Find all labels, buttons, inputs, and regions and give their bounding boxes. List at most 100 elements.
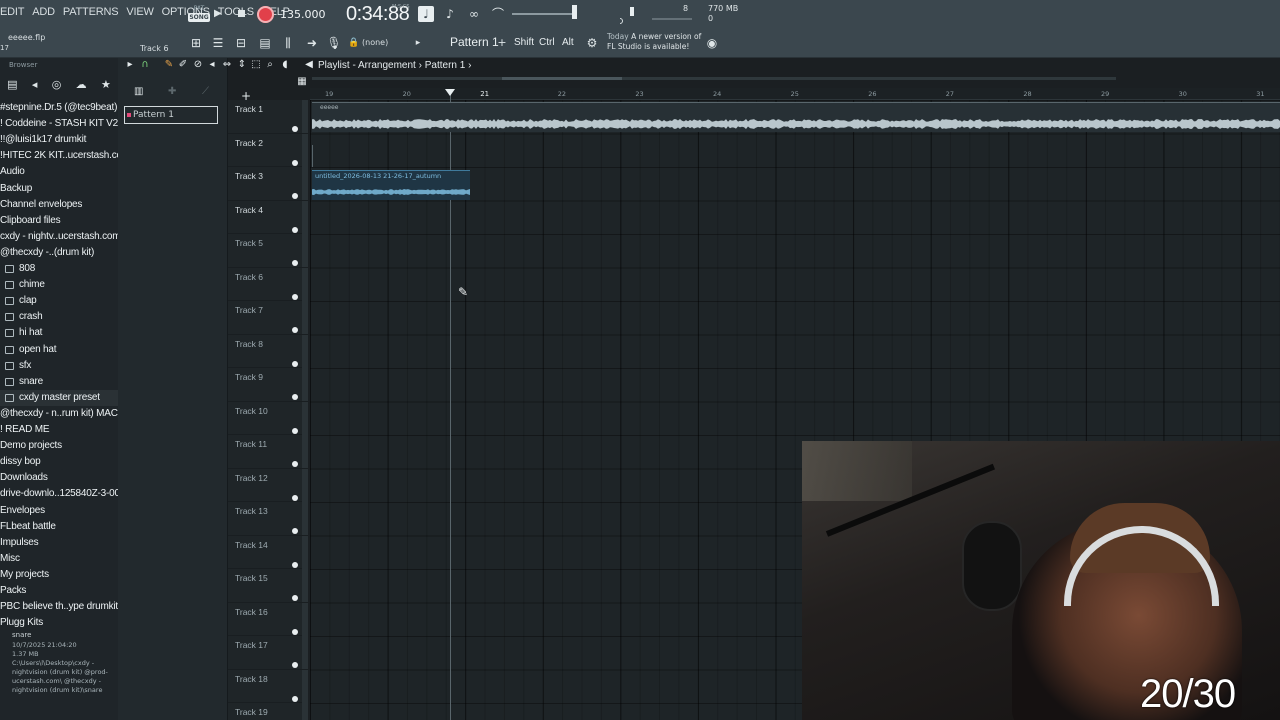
- record-button[interactable]: [257, 6, 274, 23]
- browser-item[interactable]: @thecxdy - n..rum kit) MAC: [0, 406, 118, 422]
- track-mute-led[interactable]: [292, 427, 298, 434]
- track-header[interactable]: Track 18: [228, 669, 308, 703]
- track-resize-grip[interactable]: [302, 401, 308, 435]
- track-mute-led[interactable]: [292, 360, 298, 367]
- browser-item[interactable]: Packs: [0, 583, 118, 599]
- track-header[interactable]: Track 9: [228, 368, 308, 402]
- browser-item[interactable]: Downloads: [0, 470, 118, 486]
- playlist-pattern[interactable]: Pattern 1: [425, 60, 466, 71]
- track-resize-grip[interactable]: [302, 234, 308, 267]
- typing-keyboard-icon[interactable]: ⌒: [490, 6, 506, 22]
- track-resize-grip[interactable]: [302, 669, 308, 703]
- browser-item[interactable]: !!@luisi1k17 drumkit: [0, 132, 118, 148]
- track-header[interactable]: Track 1: [228, 100, 308, 134]
- news-panel[interactable]: Today A newer version of FL Studio is av…: [607, 32, 701, 52]
- pattern-none-label[interactable]: (none): [362, 38, 388, 47]
- track-header[interactable]: Track 8: [228, 334, 308, 368]
- track-mute-led[interactable]: [292, 293, 298, 300]
- track-mute-led[interactable]: [292, 327, 298, 333]
- track-header[interactable]: Track 5: [228, 234, 308, 268]
- pat-song-toggle[interactable]: PAT SONG: [188, 4, 210, 24]
- track-resize-grip[interactable]: [302, 200, 308, 234]
- browser-item[interactable]: Backup: [0, 181, 118, 197]
- channel-rack-icon[interactable]: ☰: [210, 35, 226, 51]
- track-mute-led[interactable]: [292, 662, 298, 668]
- cloud-icon[interactable]: ☁: [76, 78, 87, 96]
- playhead-marker[interactable]: [445, 89, 455, 96]
- browser-item[interactable]: @thecxdy -..(drum kit): [0, 245, 118, 261]
- sync-icon[interactable]: ◎: [52, 78, 62, 96]
- next-arrow-icon[interactable]: ▸: [410, 35, 426, 51]
- master-pitch-slider-knob[interactable]: [572, 5, 577, 19]
- track-header[interactable]: Track 11: [228, 435, 308, 469]
- track-resize-grip[interactable]: [302, 703, 308, 720]
- track-mute-led[interactable]: [292, 126, 298, 132]
- arrow-icon[interactable]: ▸: [124, 59, 136, 71]
- track-header[interactable]: Track 12: [228, 468, 308, 502]
- browser-item[interactable]: #stepnine.Dr.5 (@tec9beat): [0, 100, 118, 116]
- piano-keys-icon[interactable]: ▦: [296, 76, 308, 88]
- shift-key[interactable]: Shift: [514, 37, 534, 48]
- track-mute-led[interactable]: [292, 561, 298, 568]
- play-button[interactable]: ▶: [214, 8, 226, 20]
- menu-edit[interactable]: EDIT: [0, 6, 24, 18]
- star-icon[interactable]: ★: [101, 78, 111, 96]
- browser-item[interactable]: chime: [0, 277, 118, 293]
- track-mute-led[interactable]: [292, 226, 298, 233]
- browser-item[interactable]: cxdy - nightv..ucerstash.com: [0, 229, 118, 245]
- browser-item[interactable]: dissy bop: [0, 454, 118, 470]
- draw-tool-icon[interactable]: ✎: [163, 59, 175, 71]
- browser-item[interactable]: hi hat: [0, 325, 118, 341]
- track-mute-led[interactable]: [292, 193, 298, 199]
- timeline-scrollbar[interactable]: [312, 77, 1116, 80]
- track-resize-grip[interactable]: [302, 133, 308, 167]
- track-header[interactable]: Track 15: [228, 569, 308, 603]
- slip-tool-icon[interactable]: ⇔: [221, 59, 233, 71]
- track-header[interactable]: Track 16: [228, 602, 308, 636]
- track-mute-led[interactable]: [292, 461, 298, 467]
- mute-tool-icon[interactable]: ◂: [206, 59, 218, 71]
- loop-record-icon[interactable]: ∞: [466, 6, 482, 22]
- timeline-ruler[interactable]: 19 20 21 22 23 24 25 26 27 28 29 30 31: [310, 88, 1280, 100]
- browser-item[interactable]: ! READ ME: [0, 422, 118, 438]
- track-resize-grip[interactable]: [302, 368, 308, 401]
- browser-item[interactable]: Plugg Kits: [0, 615, 118, 631]
- track-mute-led[interactable]: [292, 394, 298, 400]
- browser-item[interactable]: crash: [0, 309, 118, 325]
- track-header[interactable]: Track 17: [228, 636, 308, 670]
- browser-item[interactable]: open hat: [0, 342, 118, 358]
- track-header[interactable]: Track 3: [228, 167, 308, 201]
- zoom-tool-icon[interactable]: ⌕: [264, 59, 276, 71]
- audio-clip-track1[interactable]: eeeee: [312, 102, 1280, 132]
- track-header[interactable]: Track 7: [228, 301, 308, 335]
- playlist-back-icon[interactable]: ◀: [303, 59, 315, 71]
- plugin-picker-icon[interactable]: ⫼: [280, 35, 296, 51]
- add-clip-icon[interactable]: ✚: [168, 86, 176, 97]
- track-resize-grip[interactable]: [302, 167, 308, 200]
- paint-tool-icon[interactable]: ✐: [177, 59, 189, 71]
- browser-item[interactable]: Impulses: [0, 535, 118, 551]
- metronome-icon[interactable]: ♩: [418, 6, 434, 22]
- track-mute-led[interactable]: [292, 628, 298, 635]
- snap-magnet-icon[interactable]: ∩: [139, 59, 151, 71]
- menu-view[interactable]: VIEW: [126, 6, 154, 18]
- track-mute-led[interactable]: [292, 494, 298, 501]
- track-header[interactable]: Track 2: [228, 133, 308, 167]
- select-tool-icon[interactable]: ⬚: [250, 59, 262, 71]
- track-resize-grip[interactable]: [302, 569, 308, 602]
- pattern-item[interactable]: Pattern 1: [124, 106, 218, 124]
- browser-options-icon[interactable]: ▤: [7, 78, 17, 96]
- playback-tool-icon[interactable]: ◖: [279, 59, 291, 71]
- track-header[interactable]: Track 14: [228, 535, 308, 569]
- track-header[interactable]: Track 10: [228, 401, 308, 435]
- browser-item[interactable]: Audio: [0, 164, 118, 180]
- alt-key[interactable]: Alt: [562, 37, 574, 48]
- track-header[interactable]: Track 19: [228, 703, 308, 720]
- track-resize-grip[interactable]: [302, 301, 308, 334]
- browser-item[interactable]: Demo projects: [0, 438, 118, 454]
- back-icon[interactable]: ◂: [32, 78, 38, 96]
- news-icon[interactable]: ⚙: [584, 35, 600, 51]
- track-mute-led[interactable]: [292, 695, 298, 702]
- track-resize-grip[interactable]: [302, 334, 308, 368]
- track-resize-grip[interactable]: [302, 468, 308, 502]
